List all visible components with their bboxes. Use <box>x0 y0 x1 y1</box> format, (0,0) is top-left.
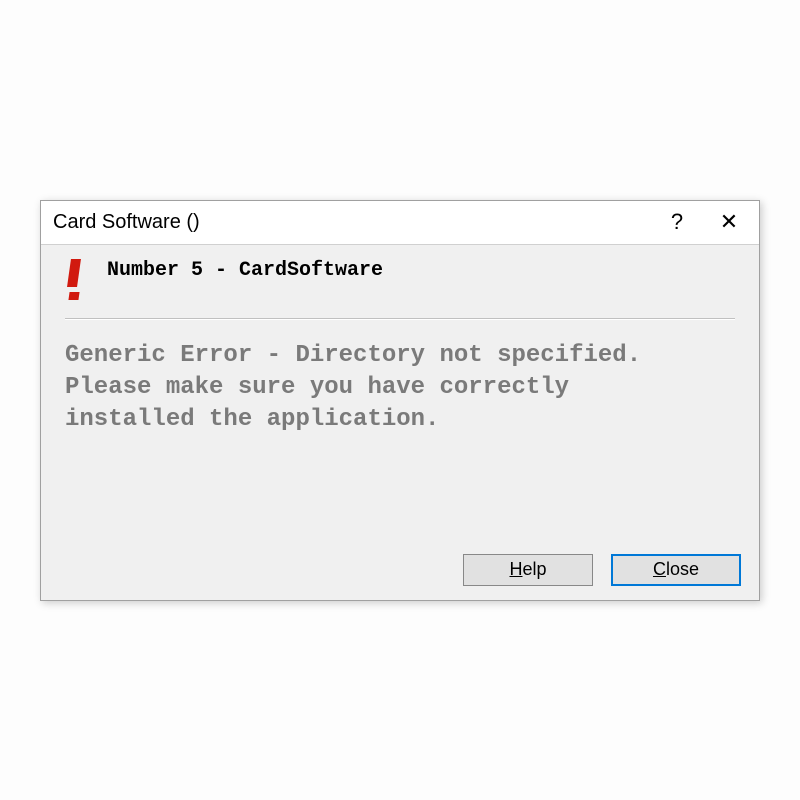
dialog-content: Number 5 - CardSoftware Generic Error - … <box>41 245 759 540</box>
close-window-button[interactable]: ✕ <box>703 202 755 242</box>
help-titlebar-button[interactable]: ? <box>651 202 703 242</box>
button-row: Help Close <box>41 540 759 600</box>
divider <box>65 318 735 320</box>
titlebar: Card Software () ? ✕ <box>41 201 759 245</box>
close-button[interactable]: Close <box>611 554 741 586</box>
error-header-text: Number 5 - CardSoftware <box>107 257 383 282</box>
dialog-header-row: Number 5 - CardSoftware <box>65 257 735 318</box>
error-message: Generic Error - Directory not specified.… <box>65 340 735 540</box>
exclamation-icon <box>69 259 83 300</box>
close-button-label: Close <box>653 559 699 580</box>
help-button[interactable]: Help <box>463 554 593 586</box>
window-title: Card Software () <box>53 211 651 234</box>
window-controls: ? ✕ <box>651 202 755 242</box>
help-button-label: Help <box>509 559 546 580</box>
error-dialog: Card Software () ? ✕ Number 5 - CardSoft… <box>40 200 760 601</box>
question-icon: ? <box>671 209 683 235</box>
close-icon: ✕ <box>720 209 738 235</box>
